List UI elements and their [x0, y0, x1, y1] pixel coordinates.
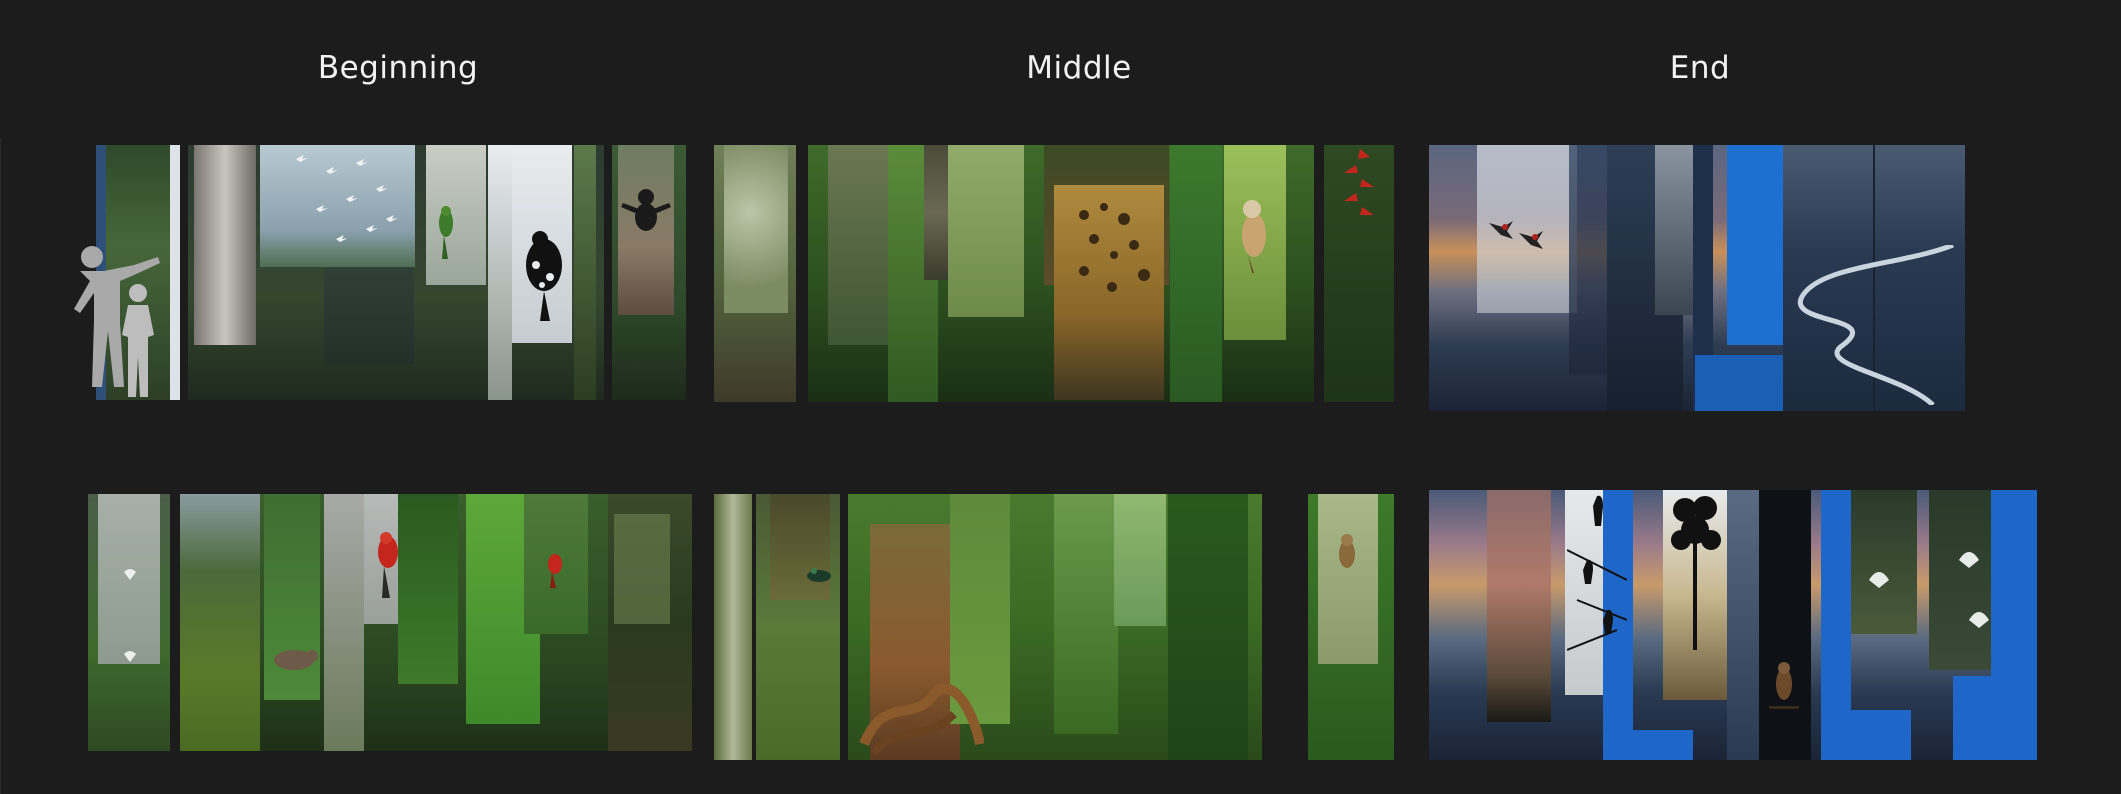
- tree-roots-icon: [859, 683, 984, 754]
- tree-silhouette-icon: [1671, 496, 1721, 650]
- flying-egrets-icon: [1869, 552, 1989, 628]
- photo-strip: [324, 494, 364, 751]
- section-title-end: End: [1669, 50, 1731, 86]
- photo-strip: [180, 494, 260, 751]
- photo-strip: [1114, 494, 1166, 626]
- photo-strip: [1170, 145, 1222, 402]
- egret-icon: [124, 569, 136, 662]
- tamarin-icon: [1339, 534, 1355, 568]
- photo-strip: [1821, 710, 1911, 760]
- beginning-bottom-collage: [88, 494, 692, 751]
- end-bottom-collage: [1429, 490, 2037, 760]
- left-edge-line: [0, 138, 1, 794]
- photo-strip: [488, 145, 512, 400]
- hawk-icon: [1769, 662, 1799, 709]
- photo-strip: [714, 494, 752, 760]
- black-white-bird-icon: [526, 231, 562, 321]
- photo-strip: [324, 267, 414, 365]
- photo-strip: [724, 145, 788, 313]
- kingfisher-icon: [1242, 200, 1266, 273]
- photo-strip: [1695, 355, 1785, 411]
- macaw-pair-icon: [1489, 221, 1543, 249]
- scarlet-macaw-icon: [378, 532, 398, 598]
- photo-strip: [1727, 145, 1783, 345]
- monkey-icon: [621, 189, 671, 231]
- jaguar-icon: [1079, 203, 1150, 292]
- photo-strip: [398, 494, 458, 684]
- human-silhouette-icon: [74, 246, 160, 397]
- frog-icon: [807, 568, 831, 582]
- parrot-icon: [439, 206, 453, 259]
- heliconia-flower-icon: [1344, 149, 1374, 215]
- perched-birds-icon: [1567, 495, 1627, 651]
- middle-top-collage: [714, 145, 1394, 402]
- section-title-beginning: Beginning: [317, 50, 479, 86]
- photo-strip: [1603, 730, 1693, 760]
- middle-bottom-collage: [714, 494, 1394, 760]
- section-title-middle: Middle: [1026, 50, 1132, 86]
- photo-strip: [1953, 676, 2037, 760]
- photo-strip: [194, 145, 256, 345]
- photo-strip: [170, 145, 180, 400]
- red-bird-icon: [548, 554, 562, 588]
- bird-flock-icon: [296, 155, 398, 242]
- photo-strip: [574, 145, 596, 400]
- capybara-icon: [274, 650, 318, 670]
- photo-strip: [1168, 494, 1248, 760]
- photo-strip: [614, 514, 670, 624]
- end-top-collage: [1429, 145, 1965, 411]
- photo-strip: [770, 494, 830, 600]
- photo-strip: [948, 145, 1024, 317]
- photo-strip: [1655, 145, 1693, 315]
- photo-strip: [828, 145, 888, 345]
- river-icon: [1797, 245, 1954, 405]
- photo-strip: [1487, 490, 1551, 722]
- beginning-top-collage: [96, 145, 692, 400]
- photo-strip: [1054, 494, 1118, 734]
